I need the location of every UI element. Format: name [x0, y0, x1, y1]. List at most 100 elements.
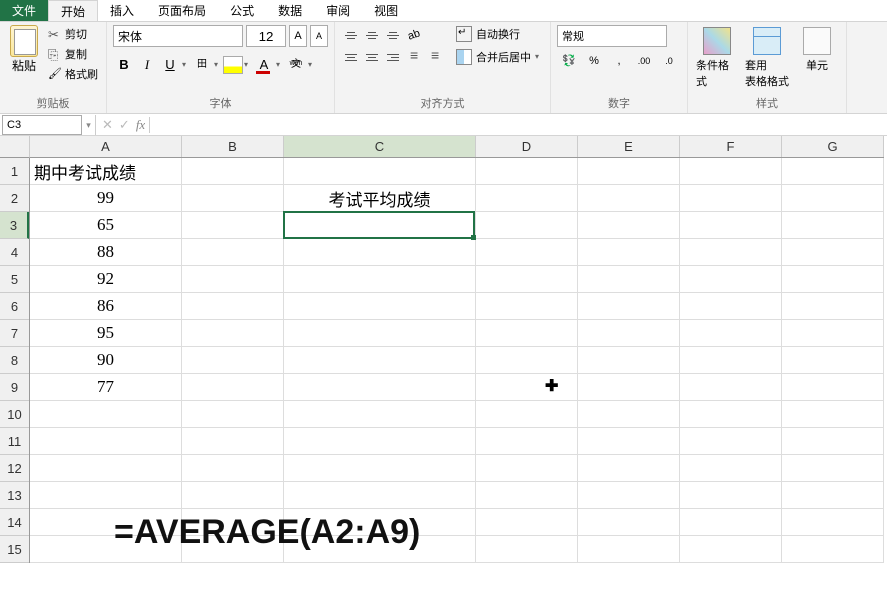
percent-button[interactable]: % [582, 50, 606, 72]
wrap-text-button[interactable]: 自动换行 [455, 25, 544, 43]
increase-indent-button[interactable] [425, 47, 445, 67]
number-format-select[interactable] [557, 25, 667, 47]
cell-F5[interactable] [680, 266, 782, 293]
font-size-select[interactable] [246, 25, 286, 47]
decrease-indent-button[interactable] [404, 47, 424, 67]
conditional-format-button[interactable]: 条件格式 [694, 25, 740, 91]
cell-E10[interactable] [578, 401, 680, 428]
cell-A14[interactable] [30, 509, 182, 536]
cell-C9[interactable] [284, 374, 476, 401]
phonetic-button[interactable]: 文 [285, 54, 307, 76]
cell-D6[interactable] [476, 293, 578, 320]
name-box-dropdown[interactable]: ▾ [82, 115, 96, 135]
cell-D3[interactable] [476, 212, 578, 239]
cell-B4[interactable] [182, 239, 284, 266]
row-header-2[interactable]: 2 [0, 185, 29, 212]
cell-A12[interactable] [30, 455, 182, 482]
orientation-button[interactable]: ab [401, 22, 427, 48]
table-format-button[interactable]: 套用 表格格式 [744, 25, 790, 91]
tab-home[interactable]: 开始 [48, 0, 98, 21]
cell-G6[interactable] [782, 293, 884, 320]
cell-A11[interactable] [30, 428, 182, 455]
cell-G12[interactable] [782, 455, 884, 482]
cell-C6[interactable] [284, 293, 476, 320]
cell-C1[interactable] [284, 158, 476, 185]
cell-B3[interactable] [182, 212, 284, 239]
select-all-corner[interactable] [0, 136, 30, 158]
cell-E3[interactable] [578, 212, 680, 239]
cell-C11[interactable] [284, 428, 476, 455]
cell-D13[interactable] [476, 482, 578, 509]
cell-C12[interactable] [284, 455, 476, 482]
cell-E8[interactable] [578, 347, 680, 374]
cut-button[interactable]: 剪切 [46, 25, 100, 43]
row-header-11[interactable]: 11 [0, 428, 29, 455]
underline-dropdown[interactable]: ▾ [182, 54, 190, 76]
cell-E2[interactable] [578, 185, 680, 212]
fill-dropdown[interactable]: ▾ [244, 54, 252, 76]
column-header-C[interactable]: C [284, 136, 476, 157]
cell-E1[interactable] [578, 158, 680, 185]
cell-E12[interactable] [578, 455, 680, 482]
cell-B12[interactable] [182, 455, 284, 482]
cell-F1[interactable] [680, 158, 782, 185]
cell-G4[interactable] [782, 239, 884, 266]
cell-B6[interactable] [182, 293, 284, 320]
column-header-F[interactable]: F [680, 136, 782, 157]
row-header-13[interactable]: 13 [0, 482, 29, 509]
cell-G9[interactable] [782, 374, 884, 401]
cell-F14[interactable] [680, 509, 782, 536]
cell-G15[interactable] [782, 536, 884, 563]
cell-E13[interactable] [578, 482, 680, 509]
cell-D10[interactable] [476, 401, 578, 428]
cell-G7[interactable] [782, 320, 884, 347]
cell-B1[interactable] [182, 158, 284, 185]
increase-decimal-button[interactable]: .00 [632, 50, 656, 72]
cell-A5[interactable]: 92 [30, 266, 182, 293]
border-button[interactable] [191, 54, 213, 76]
cell-F8[interactable] [680, 347, 782, 374]
cell-A7[interactable]: 95 [30, 320, 182, 347]
cell-E9[interactable] [578, 374, 680, 401]
cell-D1[interactable] [476, 158, 578, 185]
row-header-7[interactable]: 7 [0, 320, 29, 347]
cell-C10[interactable] [284, 401, 476, 428]
cell-C8[interactable] [284, 347, 476, 374]
align-top-button[interactable] [341, 25, 361, 45]
cell-C14[interactable] [284, 509, 476, 536]
cell-A9[interactable]: 77 [30, 374, 182, 401]
cell-C13[interactable] [284, 482, 476, 509]
column-header-E[interactable]: E [578, 136, 680, 157]
align-middle-button[interactable] [362, 25, 382, 45]
cell-F6[interactable] [680, 293, 782, 320]
cell-E4[interactable] [578, 239, 680, 266]
tab-data[interactable]: 数据 [266, 0, 314, 21]
format-painter-button[interactable]: 格式刷 [46, 65, 100, 83]
font-name-select[interactable] [113, 25, 243, 47]
cell-C2[interactable]: 考试平均成绩 [284, 185, 476, 212]
cell-B10[interactable] [182, 401, 284, 428]
cell-F4[interactable] [680, 239, 782, 266]
cell-A10[interactable] [30, 401, 182, 428]
cell-G2[interactable] [782, 185, 884, 212]
cell-C4[interactable] [284, 239, 476, 266]
cell-G1[interactable] [782, 158, 884, 185]
cell-G14[interactable] [782, 509, 884, 536]
fx-icon[interactable]: fx [136, 117, 150, 133]
align-bottom-button[interactable] [383, 25, 403, 45]
cell-F12[interactable] [680, 455, 782, 482]
tab-review[interactable]: 审阅 [314, 0, 362, 21]
column-header-A[interactable]: A [30, 136, 182, 157]
cell-A6[interactable]: 86 [30, 293, 182, 320]
cell-F15[interactable] [680, 536, 782, 563]
cell-styles-button[interactable]: 单元 [794, 25, 840, 75]
cell-A13[interactable] [30, 482, 182, 509]
column-header-B[interactable]: B [182, 136, 284, 157]
cell-C5[interactable] [284, 266, 476, 293]
grow-font-button[interactable]: A [289, 25, 307, 47]
cell-B2[interactable] [182, 185, 284, 212]
row-header-8[interactable]: 8 [0, 347, 29, 374]
align-left-button[interactable] [341, 47, 361, 67]
font-color-dropdown[interactable]: ▾ [276, 54, 284, 76]
cell-G3[interactable] [782, 212, 884, 239]
